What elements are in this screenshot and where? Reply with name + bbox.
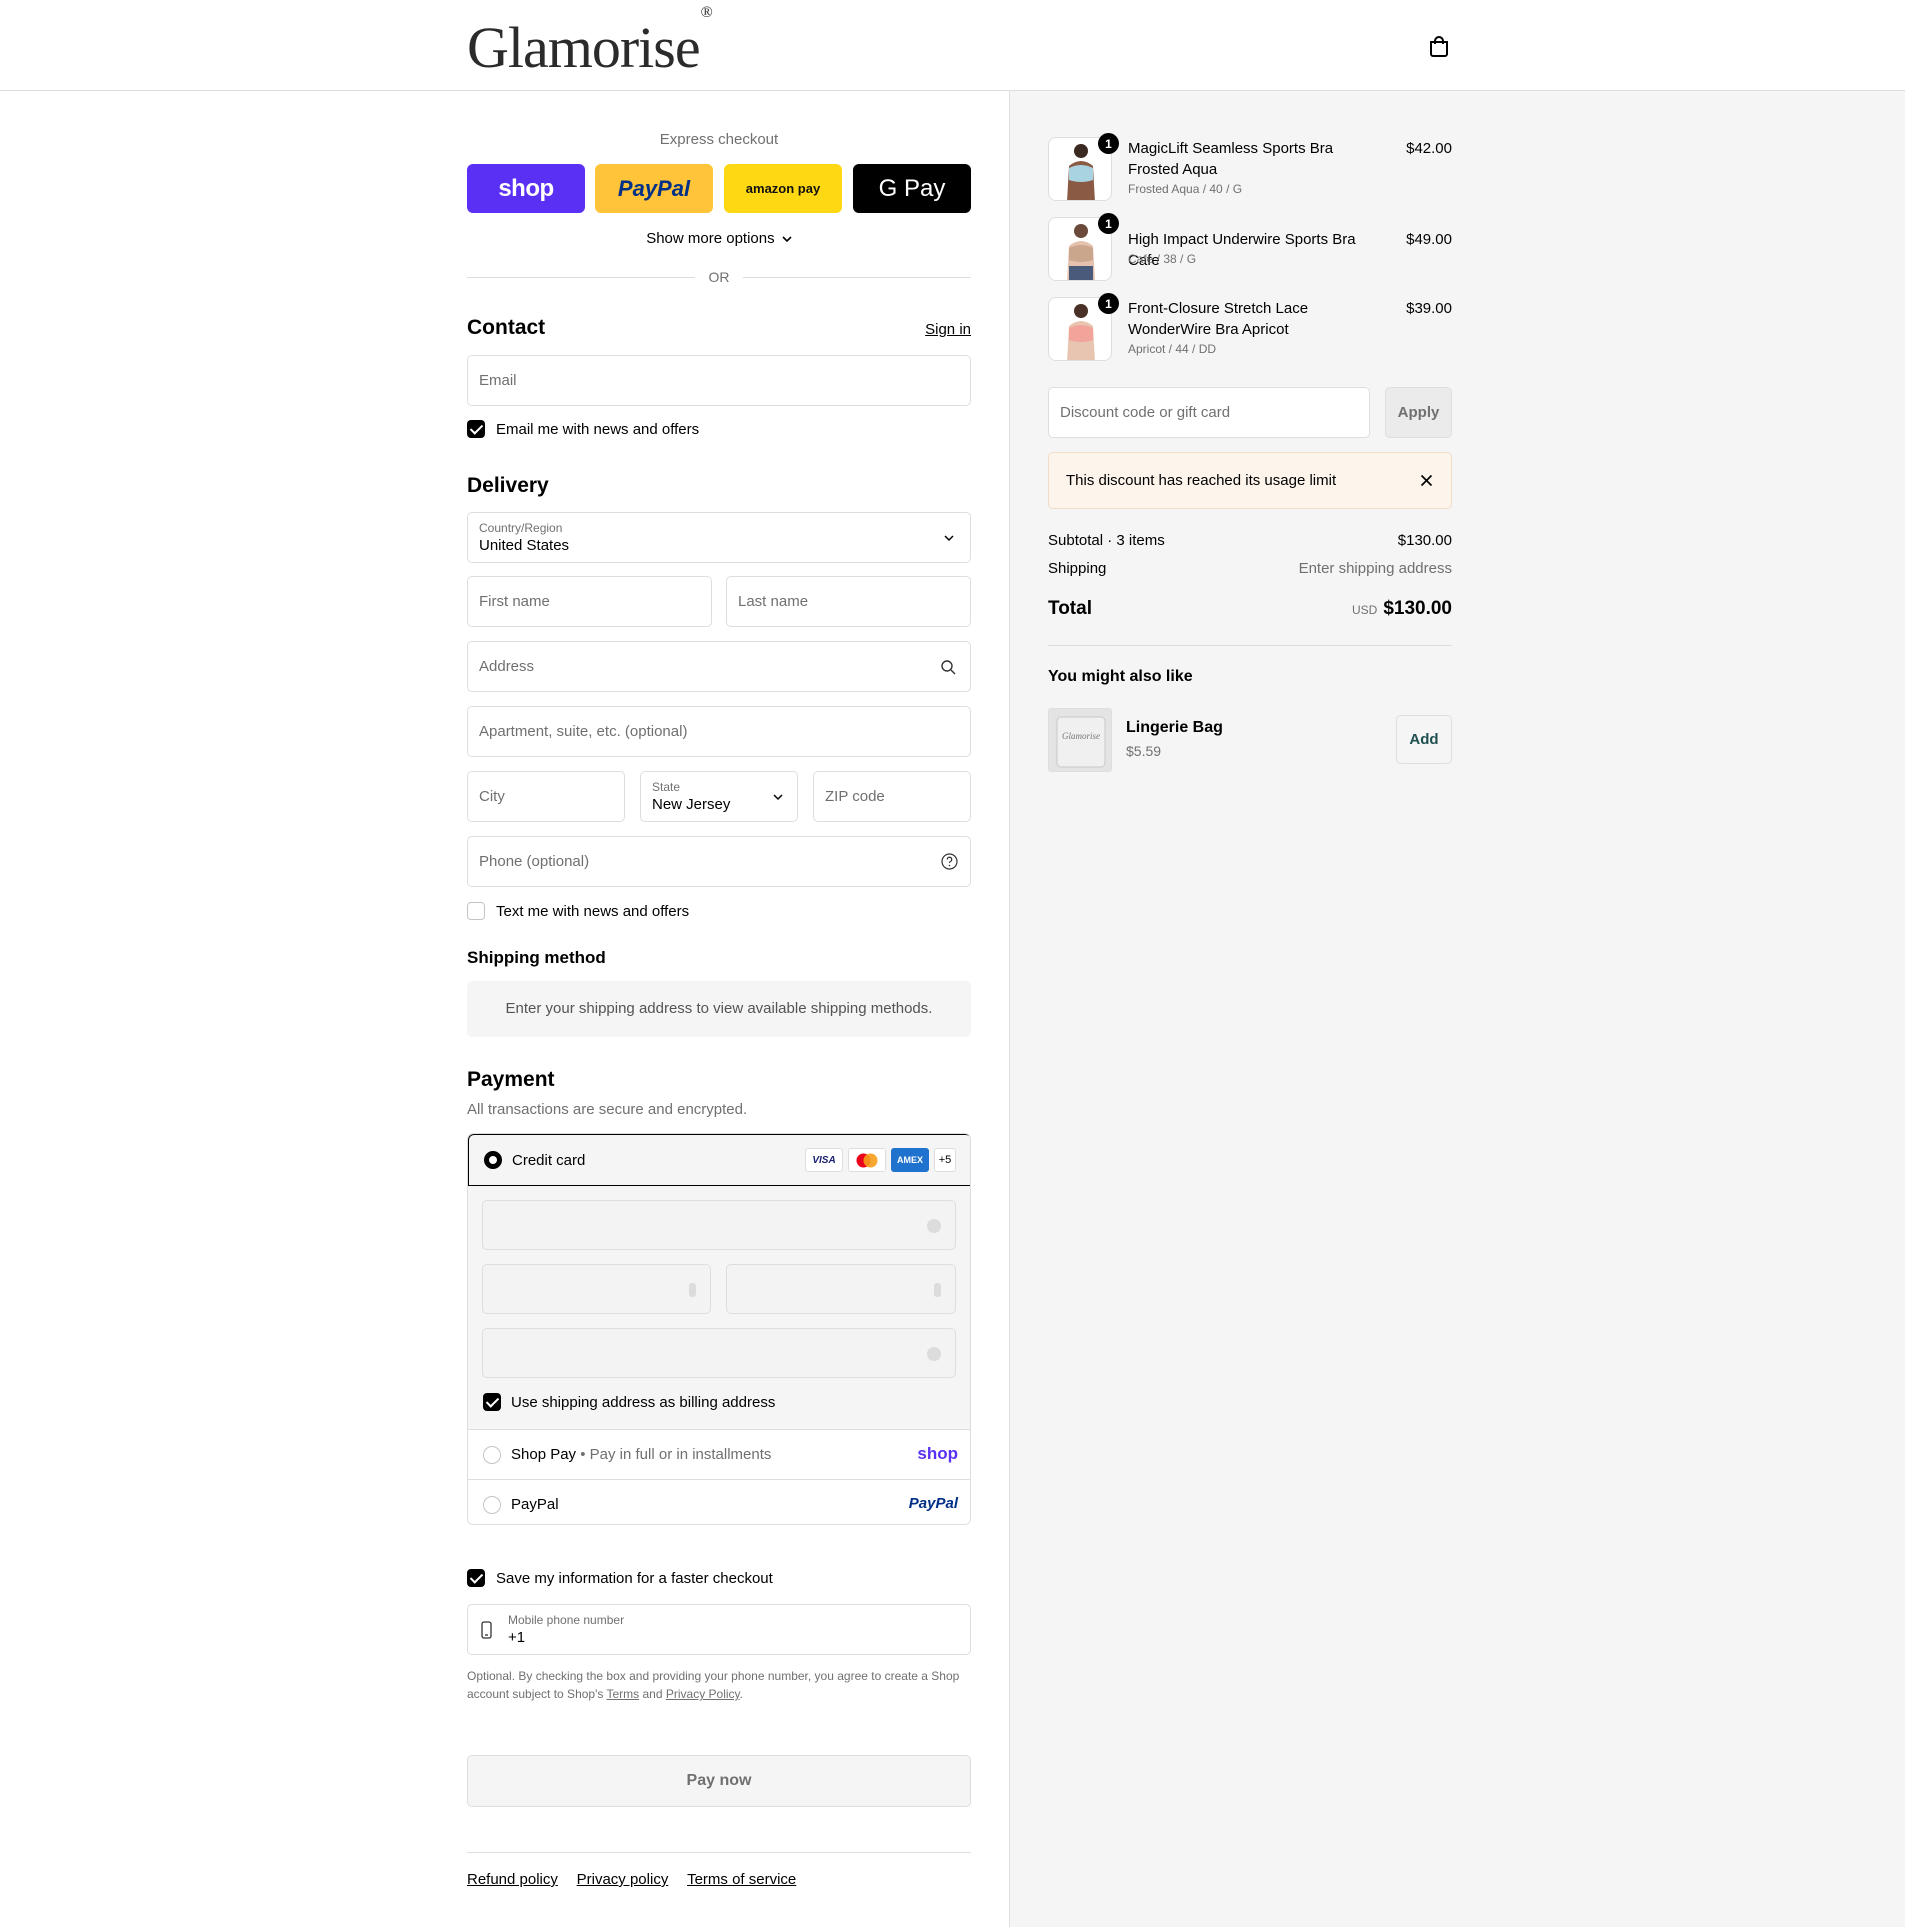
show-more-options-link[interactable]: Show more options [467,230,971,247]
shop-terms-link[interactable]: Terms [607,1687,640,1701]
amazon-pay-express-button[interactable]: amazon pay [724,164,842,213]
save-info-label: Save my information for a faster checkou… [496,1570,773,1587]
address-field[interactable]: Address [467,641,971,692]
search-icon [941,660,956,675]
shopping-bag-icon[interactable] [1428,35,1450,57]
footer-links: Refund policy Privacy policy Terms of se… [467,1852,971,1889]
item-price: $42.00 [1406,140,1452,157]
credit-card-radio[interactable] [484,1151,502,1169]
header: Glamorise® [0,0,1905,91]
email-news-label: Email me with news and offers [496,421,700,438]
name-on-card-field[interactable] [482,1328,956,1378]
card-number-field[interactable] [482,1200,956,1250]
privacy-policy-link[interactable]: Privacy policy [577,1871,669,1888]
payment-title: Payment [467,1068,555,1091]
brand-logo[interactable]: Glamorise® [467,4,713,81]
google-pay-express-button[interactable]: G Pay [853,164,971,213]
last-name-field[interactable]: Last name [726,576,971,627]
first-name-field[interactable]: First name [467,576,712,627]
paypal-label: PayPal [511,1496,559,1513]
mobile-phone-field[interactable]: Mobile phone number +1 [467,1604,971,1655]
delivery-title: Delivery [467,474,549,497]
credit-card-option[interactable]: Credit card VISA AMEX +5 [468,1134,970,1186]
billing-same-label: Use shipping address as billing address [511,1394,776,1411]
country-select[interactable]: Country/Region United States [467,512,971,563]
more-cards-badge: +5 [934,1148,956,1172]
shop-legal-text: Optional. By checking the box and provid… [467,1669,960,1701]
shop-pay-radio[interactable] [483,1446,501,1464]
zip-field[interactable]: ZIP code [813,771,971,822]
sign-in-link[interactable]: Sign in [925,321,971,338]
paypal-radio[interactable] [483,1496,501,1514]
phone-field[interactable]: Phone (optional) [467,836,971,887]
shipping-method-message: Enter your shipping address to view avai… [467,981,971,1037]
divider [1048,645,1452,646]
state-select[interactable]: State New Jersey [640,771,798,822]
amex-icon: AMEX [891,1148,929,1172]
discount-alert: This discount has reached its usage limi… [1048,452,1452,509]
email-field[interactable]: Email [467,355,971,406]
add-upsell-button[interactable]: Add [1396,715,1452,764]
paypal-logo: PayPal [908,1495,958,1512]
or-divider: OR [467,267,971,287]
payment-subtitle: All transactions are secure and encrypte… [467,1101,748,1118]
refund-policy-link[interactable]: Refund policy [467,1871,558,1888]
upsell-price: $5.59 [1126,743,1162,759]
quantity-badge: 1 [1098,133,1119,154]
apartment-field[interactable]: Apartment, suite, etc. (optional) [467,706,971,757]
visa-icon: VISA [805,1148,843,1172]
upsell-title: You might also like [1048,668,1193,685]
item-variant: Apricot / 44 / DD [1128,342,1217,356]
item-name: MagicLift Seamless Sports Bra Frosted Aq… [1128,140,1334,178]
shop-privacy-link[interactable]: Privacy Policy [666,1687,740,1701]
item-price: $39.00 [1406,300,1452,317]
shipping-method-title: Shipping method [467,948,606,967]
item-variant: Cafe / 38 / G [1128,252,1197,266]
discount-alert-text: This discount has reached its usage limi… [1066,472,1337,489]
shop-pay-option[interactable]: Shop Pay • Pay in full or in installment… [468,1430,970,1480]
help-icon[interactable] [941,853,958,870]
chevron-down-icon [944,535,954,542]
order-summary-panel [1009,91,1905,1927]
paypal-express-button[interactable]: PayPal [595,164,713,213]
shipping-row: Shipping Enter shipping address [1048,560,1452,577]
payment-methods: Credit card VISA AMEX +5 Use shipping ad… [467,1133,971,1525]
mobile-phone-icon [481,1621,492,1639]
card-fields: Use shipping address as billing address [468,1186,970,1430]
security-code-field[interactable] [726,1264,956,1314]
item-price: $49.00 [1406,231,1452,248]
item-name: Front-Closure Stretch Lace WonderWire Br… [1128,300,1309,338]
discount-code-field[interactable]: Discount code or gift card [1048,387,1370,438]
chevron-down-icon [782,236,792,243]
expiration-field[interactable] [482,1264,711,1314]
close-icon[interactable] [1420,474,1433,487]
quantity-badge: 1 [1098,293,1119,314]
city-field[interactable]: City [467,771,625,822]
contact-title: Contact [467,316,546,339]
terms-of-service-link[interactable]: Terms of service [687,1871,796,1888]
save-info-checkbox[interactable] [467,1569,485,1587]
upsell-name: Lingerie Bag [1126,719,1223,736]
pay-now-button[interactable]: Pay now [467,1755,971,1807]
shop-pay-express-button[interactable]: shop [467,164,585,213]
email-news-checkbox[interactable] [467,420,485,438]
subtotal-row: Subtotal · 3 items $130.00 [1048,532,1452,549]
quantity-badge: 1 [1098,213,1119,234]
item-variant: Frosted Aqua / 40 / G [1128,182,1243,196]
billing-same-checkbox[interactable] [483,1393,501,1411]
text-news-label: Text me with news and offers [496,903,690,920]
chevron-down-icon [773,794,783,801]
text-news-checkbox[interactable] [467,902,485,920]
lingerie-bag-thumbnail: Glamorise [1048,708,1112,772]
svg-text:Glamorise: Glamorise [1062,731,1100,741]
credit-card-label: Credit card [512,1152,586,1169]
mastercard-icon [848,1148,886,1172]
paypal-option[interactable]: PayPal PayPal [468,1480,970,1524]
express-checkout-title: Express checkout [659,131,779,148]
total-row: Total USD $130.00 [1048,598,1452,619]
apply-discount-button[interactable]: Apply [1385,387,1452,438]
shop-pay-logo: shop [917,1444,958,1463]
